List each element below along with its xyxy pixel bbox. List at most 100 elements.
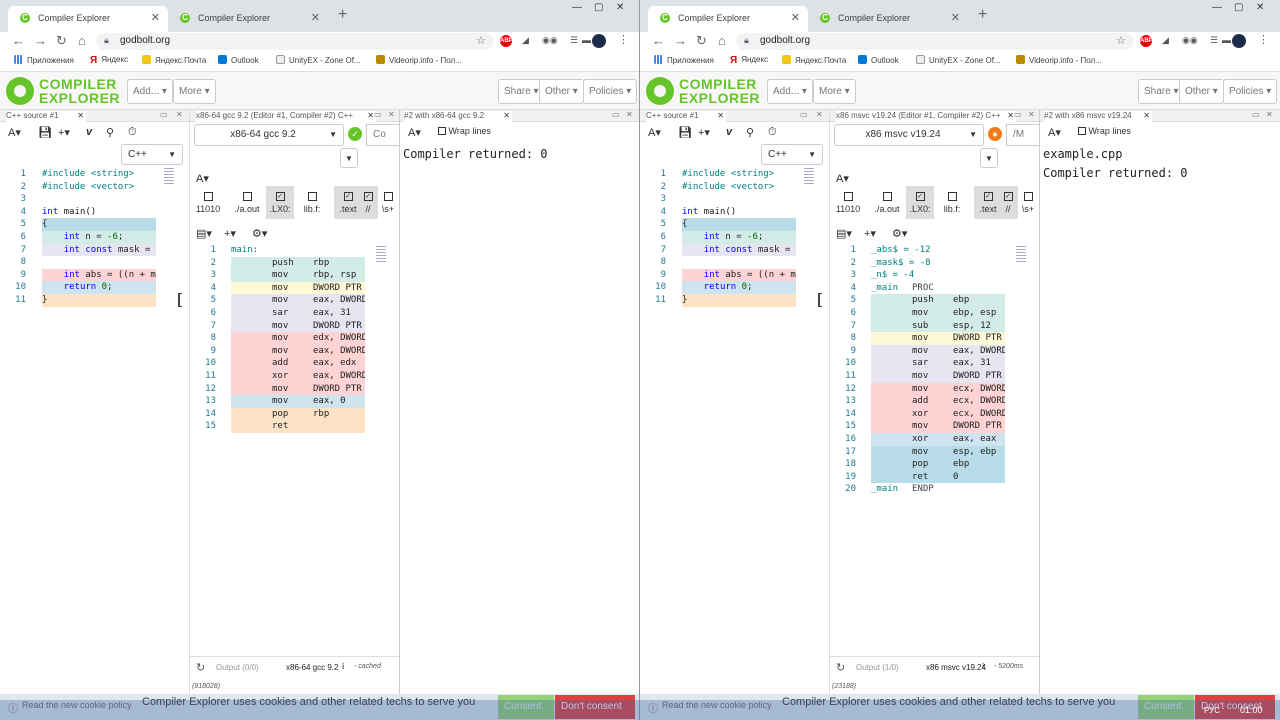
asm-line[interactable]: 1 main: — [194, 244, 366, 257]
asm-minimap[interactable] — [1016, 246, 1026, 262]
asm-line[interactable]: 20 _main ENDP — [834, 483, 1006, 496]
bookmark-unityex[interactable]: UnityEX - Zone Of... — [276, 55, 361, 65]
source-line[interactable]: 2 #include <vector> — [4, 181, 156, 194]
output-pane-tab[interactable]: #2 with x86-64 gcc 9.2 ✕ — [404, 111, 512, 122]
source-line[interactable]: 11} — [4, 294, 156, 307]
source-line[interactable]: 6 int n = -6; — [4, 231, 156, 244]
bookmark-yandex[interactable]: Я Яндекс — [90, 55, 128, 66]
browser-tab[interactable]: C Compiler Explorer ✕ — [168, 6, 328, 32]
asm-line[interactable]: 2 push rbp — [194, 256, 366, 270]
filter-toggle[interactable]: lib.f: — [938, 186, 966, 219]
source-code-editor[interactable]: 1 #include <string> 2 #include <vector> 3 4 i… — [644, 168, 796, 328]
consent-button[interactable]: Consent — [1138, 695, 1194, 719]
source-line[interactable]: 4 int main() — [4, 206, 156, 219]
incognito-icon[interactable]: ▬ — [582, 35, 591, 45]
more-menu-button[interactable]: More ▾ — [173, 79, 216, 104]
asm-line[interactable]: 12 mov ecx, DWORD — [834, 382, 1006, 396]
checkbox-icon[interactable] — [307, 192, 317, 201]
asm-minimap[interactable] — [376, 246, 386, 262]
font-size-icon[interactable]: A▾ — [648, 126, 661, 139]
cookie-policy-link[interactable]: Read the new cookie policy — [22, 700, 132, 710]
popout-icon[interactable]: ▭ — [374, 110, 382, 119]
bookmark-yandex-mail[interactable]: Яндекс.Почта — [782, 55, 846, 65]
asm-line[interactable]: 11 mov DWORD PTR — [834, 370, 1006, 383]
asm-line[interactable]: 6 sar eax, 31 — [194, 307, 366, 320]
reload-icon[interactable]: ↻ — [56, 33, 67, 49]
url-input[interactable]: 🔒︎ godbolt.org ☆ — [736, 33, 1134, 50]
info-icon[interactable]: i — [342, 662, 344, 671]
close-tab-icon[interactable]: ✕ — [311, 6, 320, 30]
maximize-icon[interactable]: ▢ — [594, 2, 603, 13]
source-line[interactable]: 7 int const mask = m — [644, 243, 796, 257]
popout-icon[interactable]: ▭ — [800, 110, 808, 119]
close-tab-icon[interactable]: ✕ — [951, 6, 960, 30]
checkbox-icon[interactable] — [947, 192, 957, 201]
checkbox-icon[interactable] — [383, 192, 393, 201]
source-line[interactable]: 10 return 0; — [644, 281, 796, 294]
asm-line[interactable]: 10 add eax, edx — [194, 357, 366, 370]
more-menu-button[interactable]: More ▾ — [813, 79, 856, 104]
checkbox-icon[interactable] — [203, 192, 213, 201]
language-select[interactable]: C++ ▼ — [761, 144, 823, 165]
add-tool-icon[interactable]: +▾ — [224, 227, 236, 240]
source-line[interactable]: 11} — [644, 294, 796, 307]
profile-avatar[interactable] — [1232, 34, 1246, 48]
bookmark-outlook[interactable]: Outlook — [858, 55, 899, 65]
close-pane-icon[interactable]: ✕ — [1143, 111, 1150, 121]
timer-icon[interactable]: ⏱︎ — [768, 126, 777, 139]
home-icon[interactable]: ⌂ — [718, 33, 726, 48]
asm-line[interactable]: 15 ret — [194, 420, 366, 433]
asm-line[interactable]: 6 mov ebp, esp — [834, 307, 1006, 320]
source-line[interactable]: 8 — [4, 256, 156, 269]
asm-line[interactable]: 9 mov eax, DWORD — [834, 344, 1006, 358]
adblock-icon[interactable]: ABP — [1140, 35, 1153, 47]
close-pane-icon[interactable]: ✕ — [367, 111, 374, 121]
bookmark-apps[interactable]: Приложения — [654, 55, 714, 65]
wrap-lines-toggle[interactable]: Wrap lines — [1078, 126, 1131, 136]
filter-toggle[interactable]: ./a.out — [230, 186, 264, 219]
close-pane-icon[interactable]: ✕ — [1266, 110, 1273, 119]
close-tab-icon[interactable]: ✕ — [791, 6, 800, 30]
output-menu-icon[interactable]: ▤▾ — [836, 227, 852, 240]
bookmark-videorip[interactable]: Videorip.info - Пол... — [1016, 55, 1102, 65]
source-line[interactable]: 5{ — [4, 218, 156, 231]
add-new-icon[interactable]: +▾ — [58, 126, 70, 139]
extension-icon[interactable]: ◢ — [522, 35, 529, 46]
compiler-options-input[interactable]: Co — [366, 124, 399, 146]
bookmark-star-icon[interactable]: ☆ — [1116, 34, 1126, 47]
vim-icon[interactable]: v — [726, 126, 732, 138]
filter-toggle[interactable]: ✓ .LX0: — [906, 186, 934, 219]
profile-avatar[interactable] — [592, 34, 606, 48]
font-size-icon[interactable]: A▾ — [1048, 126, 1061, 139]
timer-icon[interactable]: ⏱︎ — [128, 126, 137, 139]
filter-toggle[interactable]: 11010 — [834, 186, 862, 219]
wrap-checkbox[interactable] — [1078, 127, 1086, 135]
bookmark-yandex-mail[interactable]: Яндекс.Почта — [142, 55, 206, 65]
asm-line[interactable]: 4 _main PROC — [834, 282, 1006, 295]
source-minimap[interactable] — [804, 168, 814, 184]
asm-line[interactable]: 10 sar eax, 31 — [834, 357, 1006, 370]
checkbox-checked-icon[interactable]: ✓ — [363, 192, 373, 201]
reading-list-icon[interactable]: ☰ — [570, 35, 578, 46]
scroll-splitter[interactable] — [178, 293, 182, 307]
asm-line[interactable]: 16 xor eax, eax — [834, 433, 1006, 446]
assembly-output-editor[interactable]: 1 main: 2 push rbp 3 mov rbp, rsp 4 mov DWORD PTR 5… — [194, 244, 366, 514]
filter-toggle[interactable]: 11010 — [194, 186, 222, 219]
asm-line[interactable]: 3 mov rbp, rsp — [194, 269, 366, 282]
source-pane-tab[interactable]: C++ source #1 ✕ — [646, 111, 726, 122]
dont-consent-button[interactable]: Don't consent — [555, 695, 635, 719]
policies-menu-button[interactable]: Policies ▾ — [1223, 79, 1278, 104]
source-code-editor[interactable]: 1 #include <string> 2 #include <vector> 3 4 i… — [4, 168, 156, 328]
asm-line[interactable]: 7 sub esp, 12 — [834, 319, 1006, 333]
compiler-pane-tab[interactable]: x86 msvc v19.24 (Editor #1, Compiler #2)… — [836, 111, 1016, 122]
adblock-icon[interactable]: ABP — [500, 35, 513, 47]
vim-icon[interactable]: v — [86, 126, 92, 138]
dont-consent-button[interactable]: Don't consent — [1195, 695, 1275, 719]
popout-icon[interactable]: ▭ — [1014, 110, 1022, 119]
bookmark-videorip[interactable]: Videorip.info - Пол... — [376, 55, 462, 65]
filter-toggle[interactable]: ✓ // — [998, 186, 1018, 219]
wrap-lines-toggle[interactable]: Wrap lines — [438, 126, 491, 136]
assembly-output-editor[interactable]: 1 _abs$ = -12 2 _mask$ = -8 3 _n$ = -4 4 _main P… — [834, 244, 1006, 514]
menu-kebab-icon[interactable]: ⋮ — [1258, 33, 1269, 46]
source-line[interactable]: 2 #include <vector> — [644, 181, 796, 194]
